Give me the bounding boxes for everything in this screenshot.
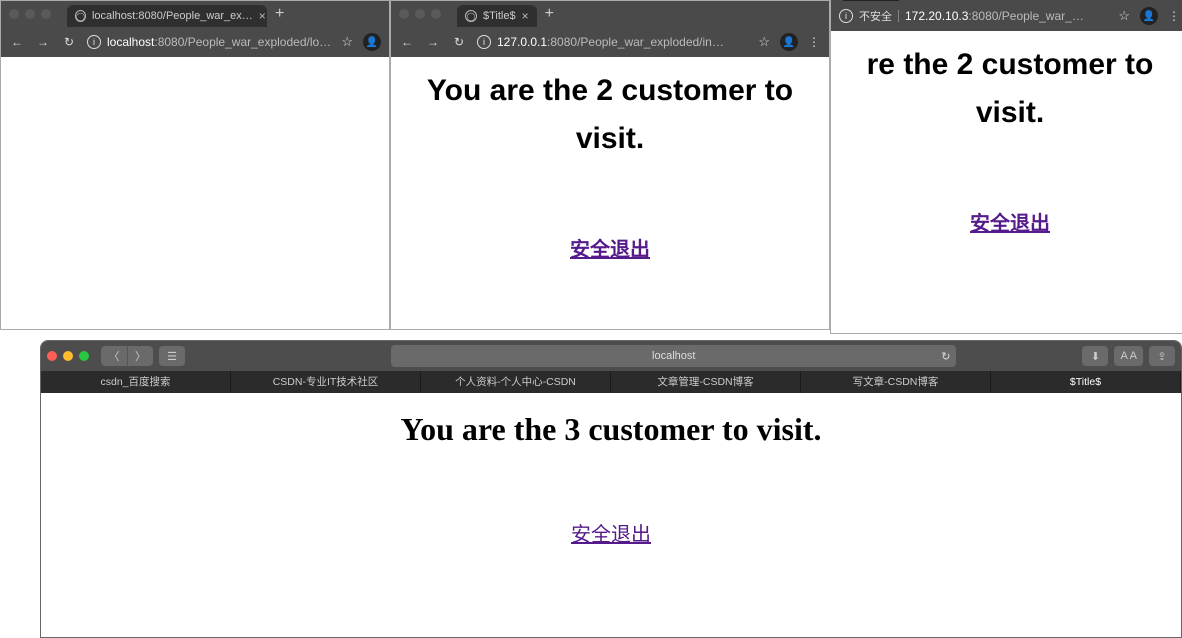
- address-bar[interactable]: i 127.0.0.1:8080/People_war_exploded/in…: [477, 35, 748, 49]
- share-icon[interactable]: ⇪: [1149, 346, 1175, 366]
- chrome-window-3: Title$ × + i 不安全 172.20.10.3:8080/People…: [830, 0, 1182, 334]
- logout-link[interactable]: 安全退出: [571, 518, 651, 547]
- info-icon[interactable]: i: [839, 9, 853, 23]
- info-icon[interactable]: i: [477, 35, 491, 49]
- address-host: 172.20.10.3: [905, 9, 968, 23]
- chrome-window-2: ◯ $Title$ × + ← → ↻ i 127.0.0.1:8080/Peo…: [390, 0, 830, 330]
- address-path: :8080/People_war_exploded/lo…: [154, 35, 331, 49]
- reload-button[interactable]: ↻: [451, 35, 467, 49]
- favorite-item-active[interactable]: $Title$: [991, 371, 1181, 393]
- bookmark-star-icon[interactable]: ☆: [1118, 8, 1130, 24]
- back-button[interactable]: ←: [9, 35, 25, 49]
- address-host: localhost: [107, 35, 154, 49]
- download-icon[interactable]: ⬇: [1082, 346, 1108, 366]
- favorite-item[interactable]: 文章管理-CSDN博客: [611, 371, 801, 393]
- window-traffic-lights[interactable]: [47, 351, 89, 361]
- chrome-titlebar: ◯ $Title$ × +: [391, 1, 829, 27]
- browser-tab[interactable]: Title$ ×: [843, 0, 899, 1]
- menu-dots-icon[interactable]: ⋮: [1168, 9, 1181, 23]
- new-tab-button[interactable]: +: [267, 5, 292, 23]
- browser-tab[interactable]: ◯ $Title$ ×: [457, 5, 537, 27]
- close-icon[interactable]: ×: [522, 9, 529, 23]
- user-avatar-icon[interactable]: 👤: [780, 33, 798, 51]
- address-bar[interactable]: i 不安全 172.20.10.3:8080/People_war_…: [839, 8, 1108, 24]
- bookmark-star-icon[interactable]: ☆: [758, 34, 770, 50]
- reload-button[interactable]: ↻: [61, 35, 77, 49]
- tab-title: localhost:8080/People_war_ex…: [92, 10, 253, 22]
- page-content: You are the 3 customer to visit. 安全退出: [41, 393, 1181, 547]
- reload-icon[interactable]: ↻: [941, 350, 950, 363]
- globe-icon: ◯: [75, 10, 86, 22]
- address-host: 127.0.0.1: [497, 35, 547, 49]
- favorite-item[interactable]: csdn_百度搜索: [41, 371, 231, 393]
- info-icon[interactable]: i: [87, 35, 101, 49]
- logout-link[interactable]: 安全退出: [570, 233, 650, 262]
- url-text: localhost: [652, 350, 695, 362]
- browser-tab[interactable]: ◯ localhost:8080/People_war_ex… ×: [67, 5, 267, 27]
- forward-button[interactable]: 〉: [127, 346, 153, 366]
- safari-address-bar[interactable]: localhost ↻: [391, 345, 956, 367]
- visitor-heading: You are the 2 customer to visit.: [391, 67, 829, 163]
- reader-text-size-icon[interactable]: A A: [1114, 346, 1143, 366]
- tab-bar: ◯ localhost:8080/People_war_ex… × +: [67, 1, 389, 27]
- back-button[interactable]: ←: [399, 35, 415, 49]
- favorites-bar: csdn_百度搜索 CSDN-专业IT技术社区 个人资料-个人中心-CSDN 文…: [41, 371, 1181, 393]
- address-path: :8080/People_war_exploded/in…: [547, 35, 724, 49]
- page-content: [1, 57, 389, 67]
- forward-button[interactable]: →: [35, 35, 51, 49]
- new-tab-button[interactable]: +: [537, 5, 562, 23]
- insecure-label: 不安全: [859, 8, 892, 24]
- favorite-item[interactable]: 写文章-CSDN博客: [801, 371, 991, 393]
- chrome-titlebar: Title$ × +: [831, 0, 1182, 1]
- user-avatar-icon[interactable]: 👤: [1140, 7, 1158, 25]
- bookmark-star-icon[interactable]: ☆: [341, 34, 353, 50]
- chrome-window-1: ◯ localhost:8080/People_war_ex… × + ← → …: [0, 0, 390, 330]
- safari-titlebar: 〈 〉 ☰ localhost ↻ ⬇ A A ⇪: [41, 341, 1181, 371]
- toolbar-right: ⬇ A A ⇪: [1082, 346, 1175, 366]
- chrome-toolbar: ← → ↻ i localhost:8080/People_war_explod…: [1, 27, 389, 57]
- globe-icon: ◯: [465, 10, 477, 22]
- chrome-titlebar: ◯ localhost:8080/People_war_ex… × +: [1, 1, 389, 27]
- forward-button[interactable]: →: [425, 35, 441, 49]
- nav-buttons: 〈 〉: [101, 346, 153, 366]
- menu-dots-icon[interactable]: ⋮: [808, 35, 821, 49]
- favorite-item[interactable]: 个人资料-个人中心-CSDN: [421, 371, 611, 393]
- visitor-heading: re the 2 customer to visit.: [831, 41, 1182, 137]
- page-content: You are the 2 customer to visit. 安全退出: [391, 57, 829, 262]
- close-icon[interactable]: ×: [259, 9, 266, 23]
- chrome-toolbar: i 不安全 172.20.10.3:8080/People_war_… ☆ 👤 …: [831, 1, 1182, 31]
- tab-bar: ◯ $Title$ × +: [457, 1, 829, 27]
- tab-title: $Title$: [483, 10, 516, 22]
- address-path: :8080/People_war_…: [968, 9, 1083, 23]
- visitor-heading: You are the 3 customer to visit.: [41, 411, 1181, 448]
- user-avatar-icon[interactable]: 👤: [363, 33, 381, 51]
- page-content: re the 2 customer to visit. 安全退出: [831, 31, 1182, 236]
- safari-window: 〈 〉 ☰ localhost ↻ ⬇ A A ⇪ csdn_百度搜索 CSDN…: [40, 340, 1182, 638]
- sidebar-toggle-icon[interactable]: ☰: [159, 346, 185, 366]
- favorite-item[interactable]: CSDN-专业IT技术社区: [231, 371, 421, 393]
- window-traffic-lights[interactable]: [9, 9, 51, 19]
- logout-link[interactable]: 安全退出: [970, 207, 1050, 236]
- back-button[interactable]: 〈: [101, 346, 127, 366]
- window-traffic-lights[interactable]: [399, 9, 441, 19]
- address-bar[interactable]: i localhost:8080/People_war_exploded/lo…: [87, 35, 331, 49]
- tab-bar: Title$ × +: [843, 0, 1182, 1]
- chrome-toolbar: ← → ↻ i 127.0.0.1:8080/People_war_explod…: [391, 27, 829, 57]
